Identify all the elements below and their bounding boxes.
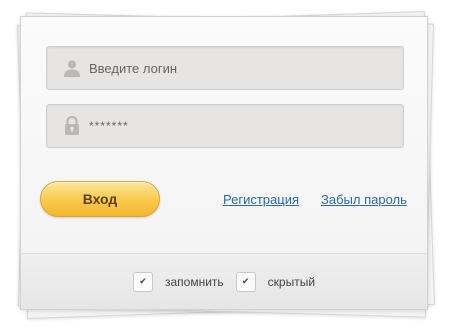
lock-icon [61,115,83,137]
remember-checkbox[interactable]: ✔ [132,271,153,292]
user-icon [61,57,83,79]
register-link[interactable]: Регистрация [223,192,299,207]
login-widget: ******* Вход Регистрация Забыл пароль ✔ … [0,0,450,327]
login-form: ******* Вход Регистрация Забыл пароль [21,17,427,254]
remember-label: запомнить [164,274,224,289]
password-input[interactable]: ******* [89,119,129,133]
login-card: ******* Вход Регистрация Забыл пароль ✔ … [20,16,428,310]
forgot-password-link[interactable]: Забыл пароль [321,192,407,207]
hidden-checkbox[interactable]: ✔ [235,271,256,292]
remember-option[interactable]: ✔ запомнить [132,271,224,292]
login-field[interactable] [46,46,404,90]
login-input[interactable] [89,60,389,76]
password-field[interactable]: ******* [46,104,404,148]
login-button[interactable]: Вход [40,181,160,217]
options-footer: ✔ запомнить ✔ скрытый [21,254,427,309]
hidden-option[interactable]: ✔ скрытый [235,271,316,292]
hidden-label: скрытый [267,274,316,289]
